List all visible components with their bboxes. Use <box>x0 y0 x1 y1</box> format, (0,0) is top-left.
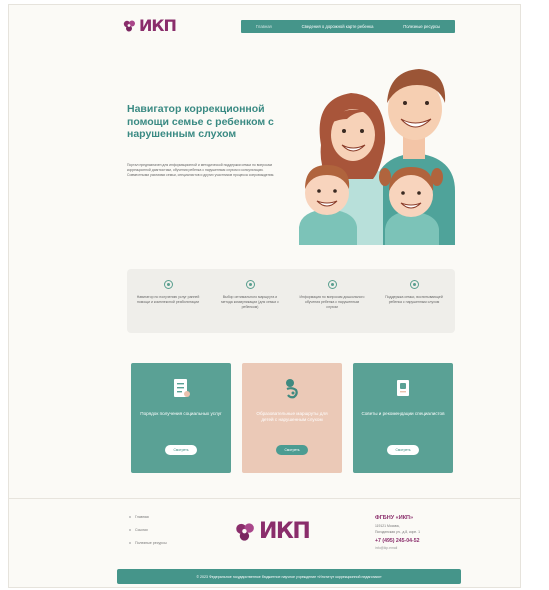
circle-check-icon <box>163 280 173 289</box>
book-tips-icon <box>397 380 409 396</box>
feature-text: Информация по вопросам дошкольного обуче… <box>299 295 365 309</box>
logo-mark-icon <box>123 20 135 31</box>
circle-check-icon <box>245 280 255 289</box>
feature-item: Поддержка семьи, воспитывающей ребенка с… <box>373 269 455 333</box>
family-illustration <box>299 69 455 245</box>
document-list-icon <box>174 379 190 397</box>
feature-item: Информация по вопросам дошкольного обуче… <box>291 269 373 333</box>
org-phone[interactable]: +7 (495) 245-04-52 <box>375 538 465 544</box>
footer-link[interactable]: Ссылки <box>129 528 167 532</box>
card-specialist-tips: Советы и рекомендации специалистов Смотр… <box>353 363 453 473</box>
footer-link[interactable]: Полезные ресурсы <box>129 541 167 545</box>
feature-text: Навигатор по получению услуг ранней помо… <box>136 295 200 304</box>
hero-description: Портал предназначен для информационной и… <box>127 163 275 178</box>
card-title: Советы и рекомендации специалистов <box>361 411 445 416</box>
circle-check-icon <box>327 280 337 289</box>
logo-mark-icon <box>236 522 254 541</box>
card-view-button[interactable]: Смотреть <box>165 445 197 455</box>
circle-check-icon <box>409 280 419 289</box>
footer-links: Главная Ссылки Полезные ресурсы <box>129 515 167 554</box>
footer-logo[interactable]: ИКП <box>235 519 311 544</box>
card-view-button[interactable]: Смотреть <box>276 445 308 455</box>
nav-item-roadmap[interactable]: Сведения о дорожной карте ребенка <box>302 24 374 29</box>
feature-text: Поддержка семьи, воспитывающей ребенка с… <box>385 295 443 304</box>
org-email[interactable]: info@ikp.email <box>375 546 465 550</box>
logo-text: ИКП <box>139 16 177 35</box>
feature-item: Выбор оптимального маршрута и метода ком… <box>209 269 291 333</box>
footer-link[interactable]: Главная <box>129 515 167 519</box>
ear-hearing-icon <box>286 379 298 399</box>
footer-logo-text: ИКП <box>259 519 311 544</box>
card-title: Порядок получения социальных услуг <box>140 411 222 416</box>
features-panel: Навигатор по получению услуг ранней помо… <box>127 269 455 333</box>
hero-title: Навигатор коррекционной помощи семье с р… <box>127 103 274 140</box>
page: ИКП Главная Сведения о дорожной карте ре… <box>8 4 521 588</box>
nav-item-home[interactable]: Главная <box>256 24 272 29</box>
nav-item-resources[interactable]: Полезные ресурсы <box>403 24 440 29</box>
card-title: Образовательные маршруты для детей с нар… <box>256 411 328 422</box>
footer-divider <box>9 498 520 499</box>
feature-item: Навигатор по получению услуг ранней помо… <box>127 269 209 333</box>
feature-text: Выбор оптимального маршрута и метода ком… <box>221 295 279 309</box>
org-contacts: ФГБНУ «ИКП» 119121 Москва, Погодинская у… <box>375 515 465 550</box>
service-cards: Порядок получения социальных услуг Смотр… <box>127 363 455 473</box>
org-name: ФГБНУ «ИКП» <box>375 515 414 521</box>
card-view-button[interactable]: Смотреть <box>387 445 419 455</box>
main-nav: Главная Сведения о дорожной карте ребенк… <box>241 20 455 33</box>
card-education-routes: Образовательные маршруты для детей с нар… <box>242 363 342 473</box>
site-logo[interactable]: ИКП <box>123 16 177 35</box>
card-social-services: Порядок получения социальных услуг Смотр… <box>131 363 231 473</box>
header: ИКП Главная Сведения о дорожной карте ре… <box>9 5 520 43</box>
copyright-bar: © 2023 Федеральное государственное бюдже… <box>117 569 461 584</box>
org-address-line: Погодинская ул., д.8, корп. 1 <box>375 529 420 534</box>
